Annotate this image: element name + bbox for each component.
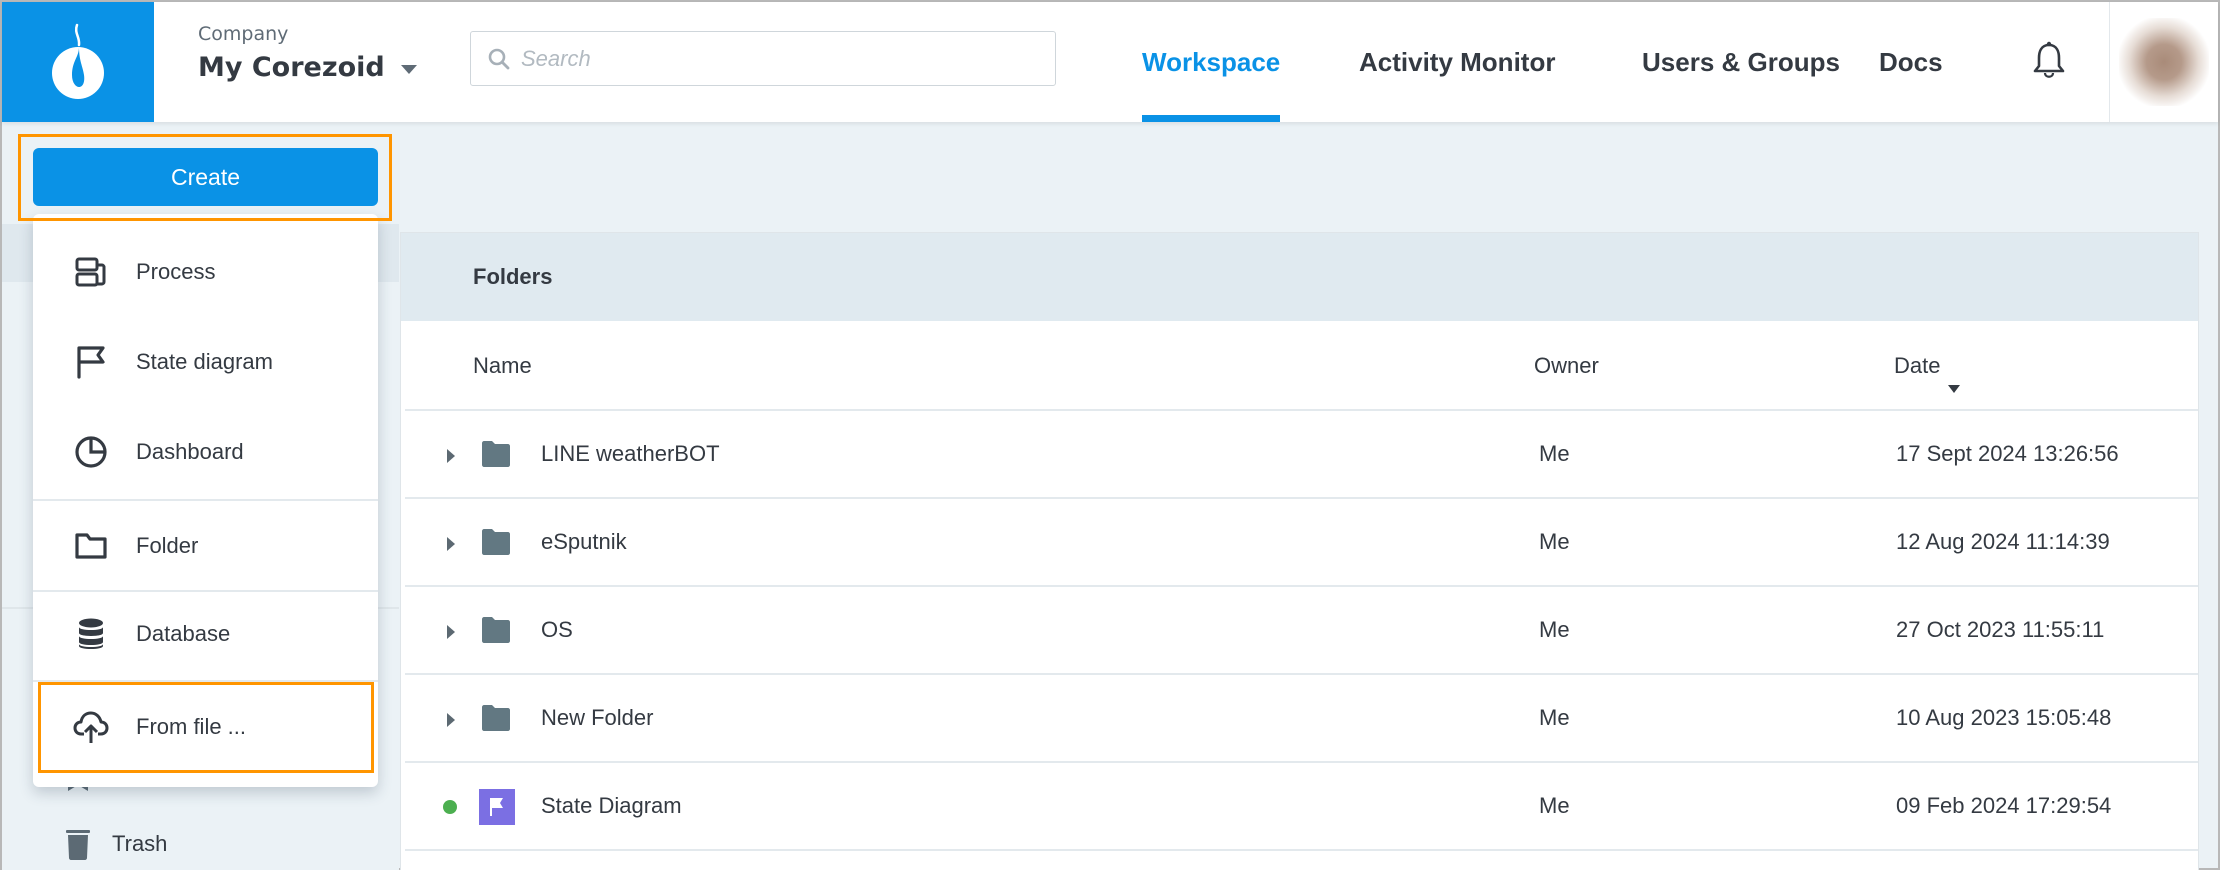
corezoid-logo[interactable] (2, 2, 154, 122)
company-name-dropdown[interactable]: My Corezoid (198, 52, 417, 83)
flag-icon (73, 344, 109, 380)
company-switcher[interactable]: Company My Corezoid (198, 22, 417, 83)
status-active-dot (443, 800, 457, 814)
row-name[interactable]: State Diagram (541, 793, 682, 819)
sort-desc-icon[interactable] (1948, 385, 1961, 393)
row-owner: Me (1539, 617, 1570, 642)
create-menu-item-from-file[interactable]: From file ... (33, 682, 378, 772)
row-date: 09 Feb 2024 17:29:54 (1896, 793, 2112, 818)
row-date: 12 Aug 2024 11:14:39 (1896, 529, 2110, 554)
create-menu-item-state-diagram[interactable]: State diagram (33, 317, 378, 407)
row-owner: Me (1539, 441, 1570, 466)
row-owner: Me (1539, 529, 1570, 554)
create-menu-item-dashboard[interactable]: Dashboard (33, 407, 378, 497)
create-menu-item-database[interactable]: Database (33, 589, 378, 679)
create-button[interactable]: Create (33, 148, 378, 206)
database-icon (73, 616, 109, 652)
folder-icon (482, 529, 510, 555)
corezoid-logo-icon (52, 23, 104, 99)
table-row[interactable]: OS Me 27 Oct 2023 11:55:11 (405, 587, 2198, 675)
state-diagram-icon (479, 789, 515, 825)
bell-icon (2033, 41, 2065, 78)
nav-tab-docs[interactable]: Docs (1879, 2, 1943, 122)
column-header-date-label: Date (1894, 353, 1941, 378)
menu-item-label: Process (136, 259, 216, 284)
create-menu-item-folder[interactable]: Folder (33, 501, 378, 591)
menu-item-label: From file ... (136, 714, 247, 739)
row-owner: Me (1539, 705, 1570, 730)
pie-chart-icon (73, 434, 109, 470)
row-name[interactable]: New Folder (541, 705, 653, 731)
cloud-upload-icon (73, 709, 109, 745)
row-date: 17 Sept 2024 13:26:56 (1896, 441, 2119, 466)
menu-item-label: Dashboard (136, 439, 244, 464)
notifications-button[interactable] (2032, 40, 2066, 82)
folder-icon (482, 441, 510, 467)
search-input[interactable] (521, 45, 1041, 72)
company-name: My Corezoid (198, 52, 385, 83)
row-date: 27 Oct 2023 11:55:11 (1896, 617, 2105, 642)
menu-item-label: State diagram (136, 349, 273, 374)
table-row[interactable]: LINE weatherBOT Me 17 Sept 2024 13:26:56 (405, 411, 2198, 499)
expand-arrow-icon[interactable] (447, 625, 455, 639)
nav-tab-label: Users & Groups (1642, 46, 1840, 77)
expand-arrow-icon[interactable] (447, 713, 455, 727)
sidebar-item-trash[interactable]: Trash (66, 828, 167, 860)
nav-tab-workspace[interactable]: Workspace (1142, 2, 1281, 122)
menu-item-label: Database (136, 621, 231, 646)
expand-arrow-icon[interactable] (447, 537, 455, 551)
nav-tab-label: Workspace (1142, 46, 1281, 77)
nav-tab-activity-monitor[interactable]: Activity Monitor (1359, 2, 1555, 122)
expand-arrow-icon[interactable] (447, 449, 455, 463)
column-header-name[interactable]: Name (473, 353, 532, 379)
folder-icon (73, 528, 109, 564)
avatar[interactable] (2119, 18, 2209, 106)
section-title: Folders (401, 233, 2198, 321)
top-header: Company My Corezoid Workspace Activity M… (2, 2, 2218, 122)
row-owner: Me (1539, 793, 1570, 818)
folders-panel: Folders Name Owner Date LINE weatherBOT … (400, 232, 2199, 870)
table-row[interactable]: eSputnik Me 12 Aug 2024 11:14:39 (405, 499, 2198, 587)
folder-icon (482, 617, 510, 643)
nav-tab-users-groups[interactable]: Users & Groups (1642, 2, 1840, 122)
table-row[interactable]: New Folder Me 10 Aug 2023 15:05:48 (405, 675, 2198, 763)
folder-icon (482, 705, 510, 731)
trash-icon (66, 830, 90, 860)
row-name[interactable]: eSputnik (541, 529, 627, 555)
process-icon (73, 254, 109, 290)
create-menu-item-process[interactable]: Process (33, 227, 378, 317)
table-row[interactable]: State Diagram Me 09 Feb 2024 17:29:54 (405, 763, 2198, 851)
sidebar-item-label: Trash (112, 831, 168, 856)
nav-tab-label: Docs (1879, 46, 1943, 77)
row-name[interactable]: LINE weatherBOT (541, 441, 720, 467)
column-header-date[interactable]: Date (1894, 353, 1961, 393)
search-box[interactable] (470, 31, 1056, 86)
column-header-owner[interactable]: Owner (1534, 353, 1599, 379)
create-menu: Process State diagram Dashboard Folder D… (33, 214, 378, 787)
row-date: 10 Aug 2023 15:05:48 (1896, 705, 2112, 730)
table-header: Name Owner Date (405, 321, 2198, 411)
user-menu[interactable] (2109, 2, 2218, 122)
search-icon (488, 48, 510, 69)
company-label: Company (198, 23, 289, 45)
nav-tab-label: Activity Monitor (1359, 46, 1556, 77)
chevron-down-icon (400, 64, 417, 74)
menu-item-label: Folder (136, 533, 199, 558)
row-name[interactable]: OS (541, 617, 573, 643)
